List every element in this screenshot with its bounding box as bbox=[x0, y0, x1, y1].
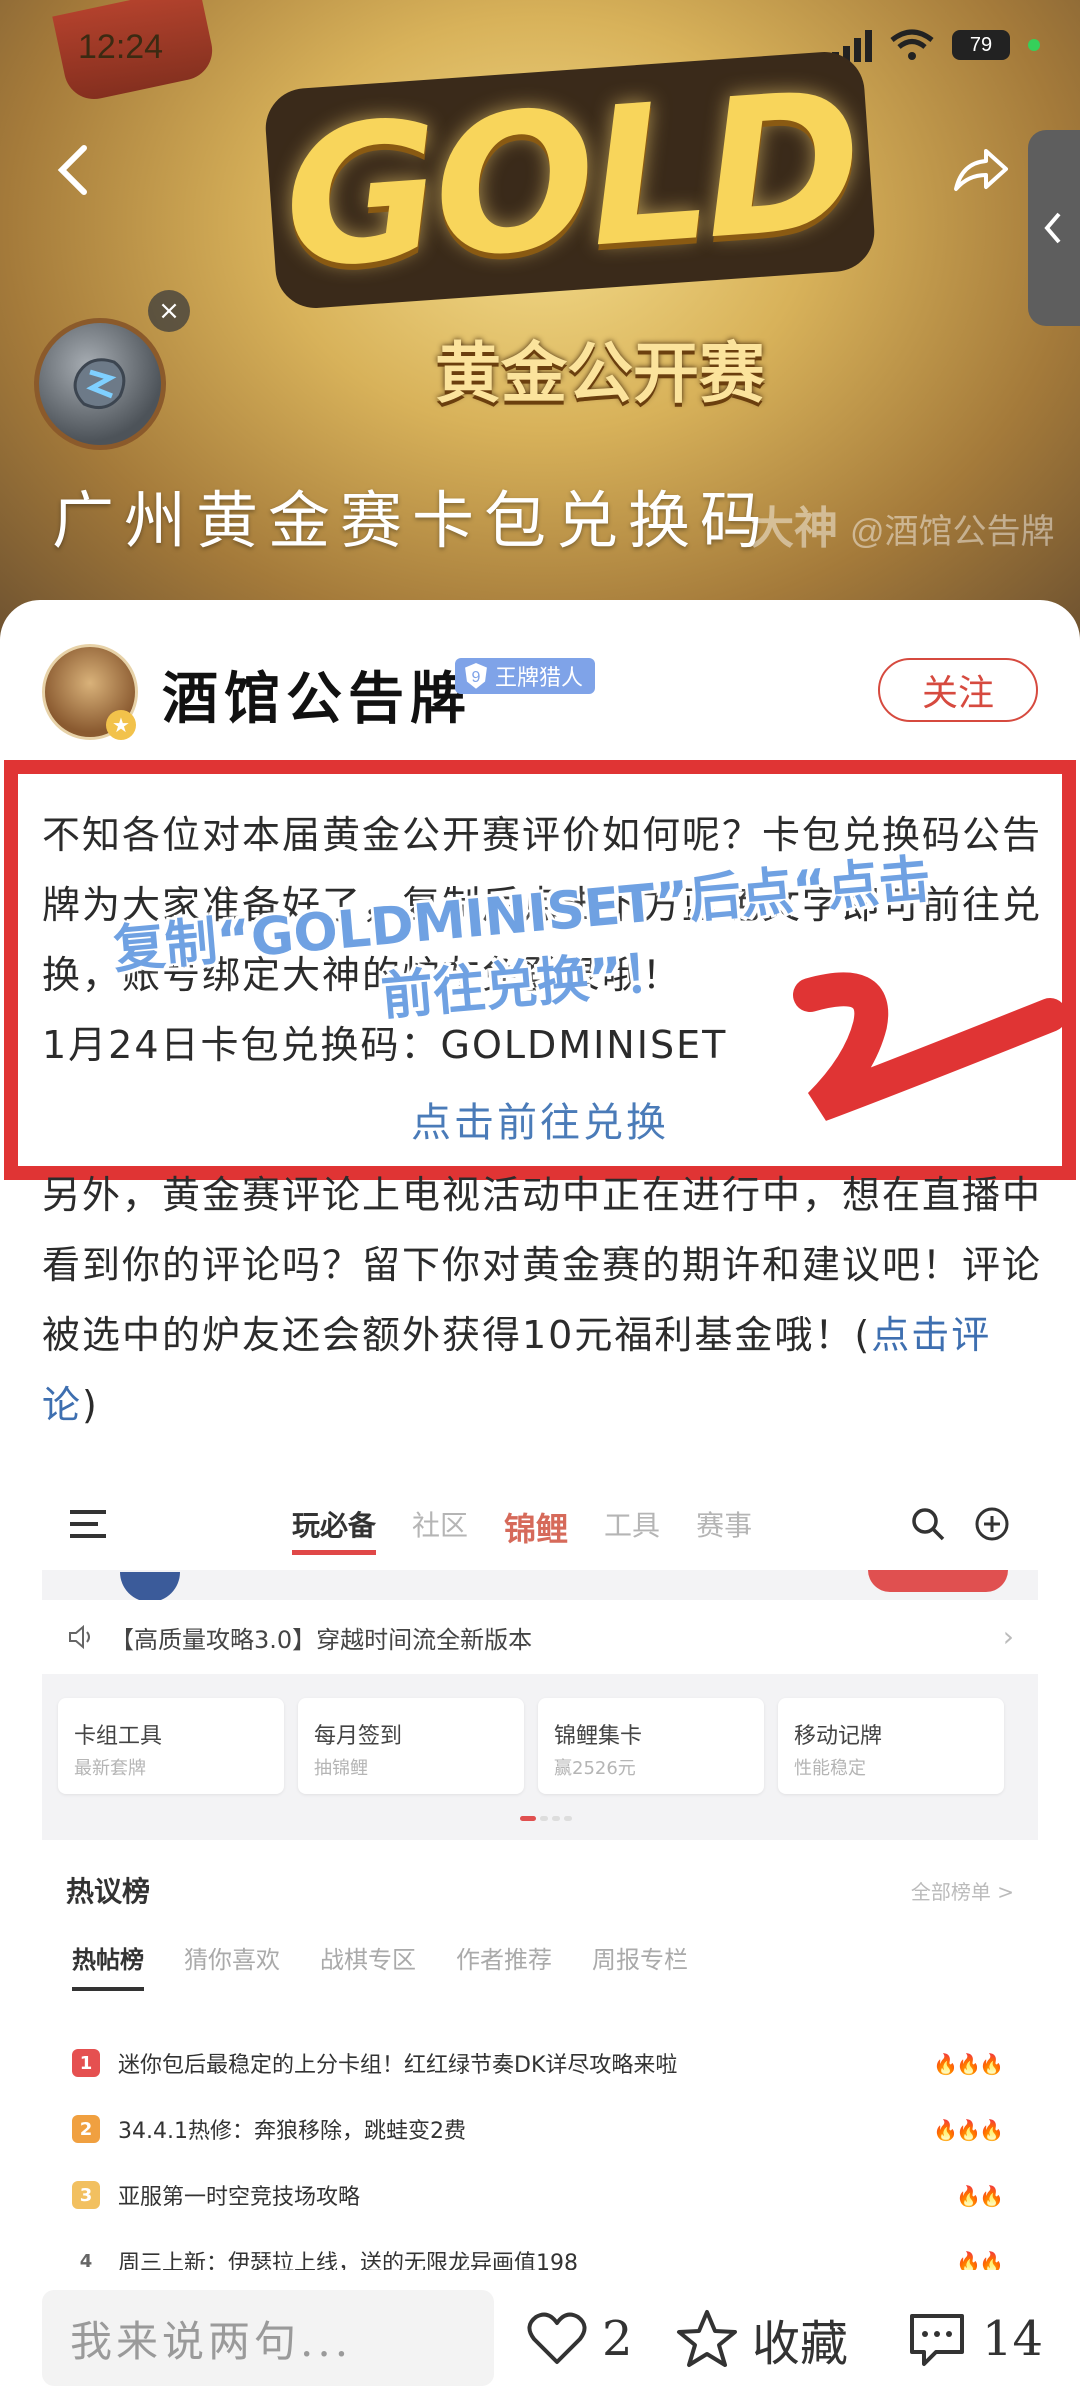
bottom-action-bar: 我来说两句... 2 收藏 14 bbox=[0, 2270, 1080, 2400]
hot-tabs: 热帖榜 猜你喜欢 战棋专区 作者推荐 周报专栏 bbox=[72, 1940, 688, 1991]
post-paragraph-2: 另外，黄金赛评论上电视活动中正在进行中，想在直播中看到你的评论吗？留下你对黄金赛… bbox=[42, 1160, 1042, 1440]
status-icons: 79 bbox=[832, 28, 1040, 62]
badge-level: 9 bbox=[472, 669, 481, 686]
chevron-right-icon: › bbox=[1002, 1620, 1014, 1653]
hot-list: 1 迷你包后最稳定的上分卡组！红红绿节奏DK详尽攻略来啦 🔥🔥🔥 2 34.4.… bbox=[72, 2030, 1004, 2271]
back-arrow-icon[interactable] bbox=[48, 140, 98, 200]
side-drawer-tab[interactable] bbox=[1028, 130, 1080, 326]
list-item: 2 34.4.1热修：奔狼移除，跳蛙变2费 🔥🔥🔥 bbox=[72, 2096, 1004, 2162]
speaker-icon bbox=[69, 1624, 90, 1650]
hero-banner: 12:24 79 GOLD 黄金公开赛 × 广州黄金赛卡包兑换码 大神 @酒馆公告… bbox=[0, 0, 1080, 640]
menu-icon bbox=[70, 1510, 106, 1538]
heart-icon bbox=[527, 2312, 587, 2364]
status-time: 12:24 bbox=[78, 28, 164, 66]
comment-icon bbox=[910, 2314, 964, 2366]
favorite-button[interactable]: 收藏 bbox=[676, 2304, 848, 2374]
list-item: 4 周三上新：伊瑟拉上线，送的无限龙异画值198 🔥🔥 bbox=[72, 2228, 1004, 2271]
hot-tab: 战棋专区 bbox=[320, 1946, 416, 1974]
shield-badge-icon: 9 bbox=[462, 660, 490, 692]
list-item-text: 亚服第一时空竞技场攻略 bbox=[118, 2185, 361, 2210]
article-title: 广州黄金赛卡包兑换码 bbox=[52, 484, 773, 557]
carousel-dots bbox=[520, 1816, 572, 1821]
rank-badge: 3 bbox=[72, 2181, 100, 2209]
fire-icon: 🔥🔥 bbox=[956, 2184, 1004, 2208]
list-item-text: 周三上新：伊瑟拉上线，送的无限龙异画值198 bbox=[118, 2251, 578, 2270]
embed-quick-card: 移动记牌 性能稳定 bbox=[778, 1698, 1004, 1794]
embed-tab: 工具 bbox=[604, 1509, 661, 1542]
battery-indicator: 79 bbox=[952, 30, 1010, 60]
hot-tab: 作者推荐 bbox=[456, 1946, 552, 1974]
like-count: 2 bbox=[602, 2311, 633, 2367]
comment-button[interactable]: 14 bbox=[906, 2304, 1043, 2374]
embed-tab: 赛事 bbox=[696, 1509, 753, 1542]
watermark-handle: @酒馆公告牌 bbox=[850, 513, 1055, 551]
hot-tab: 周报专栏 bbox=[592, 1946, 688, 1974]
list-item: 1 迷你包后最稳定的上分卡组！红红绿节奏DK详尽攻略来啦 🔥🔥🔥 bbox=[72, 2030, 1004, 2096]
list-item-text: 34.4.1热修：奔狼移除，跳蛙变2费 bbox=[118, 2119, 466, 2144]
comment-input[interactable]: 我来说两句... bbox=[42, 2290, 494, 2386]
quick-card-title: 锦鲤集卡 bbox=[554, 1724, 643, 1749]
fire-icon: 🔥🔥🔥 bbox=[933, 2118, 1004, 2142]
rune-widget-icon[interactable] bbox=[34, 318, 166, 450]
rune-stone-icon bbox=[73, 358, 126, 410]
hot-title: 热议榜 bbox=[66, 1875, 151, 1908]
embed-quick-card: 锦鲤集卡 赢2526元 bbox=[538, 1698, 764, 1794]
wifi-icon bbox=[890, 29, 934, 60]
quick-card-title: 移动记牌 bbox=[794, 1724, 883, 1749]
badge-text: 王牌猎人 bbox=[495, 666, 584, 691]
author-badge: 9 王牌猎人 bbox=[455, 658, 596, 694]
plus-icon bbox=[975, 1507, 1009, 1541]
hot-tab: 热帖榜 bbox=[72, 1940, 144, 1991]
fire-icon: 🔥🔥🔥 bbox=[933, 2052, 1004, 2076]
quick-card-sub: 抽锦鲤 bbox=[314, 1758, 368, 1779]
watermark: 大神 @酒馆公告牌 bbox=[750, 492, 1055, 556]
embed-tab: 锦鲤 bbox=[504, 1510, 569, 1548]
list-item: 3 亚服第一时空竞技场攻略 🔥🔥 bbox=[72, 2162, 1004, 2228]
share-icon[interactable] bbox=[950, 145, 1010, 195]
embed-hot-panel: 热议榜 全部榜单 > 热帖榜 猜你喜欢 战棋专区 作者推荐 周报专栏 1 迷你包… bbox=[42, 1840, 1038, 2270]
fire-icon: 🔥🔥 bbox=[956, 2250, 1004, 2270]
search-icon bbox=[912, 1508, 945, 1541]
post-card: ★ 酒馆公告牌 9 王牌猎人 关注 不知各位对本届黄金公开赛评价如何呢？卡包兑换… bbox=[0, 600, 1080, 2270]
paren-close: ) bbox=[82, 1383, 99, 1427]
star-outline-icon bbox=[677, 2310, 737, 2367]
embed-notice-text: 【高质量攻略3.0】穿越时间流全新版本 bbox=[110, 1625, 533, 1654]
arrow-swoosh-icon bbox=[793, 972, 1067, 1121]
embed-notice-bar: 【高质量攻略3.0】穿越时间流全新版本 › bbox=[42, 1600, 1038, 1674]
embedded-screenshot: 玩必备 社区 锦鲤 工具 赛事 【高质量攻略3.0】穿越时间流全新版本 › 卡组… bbox=[42, 1480, 1038, 2270]
rank-badge: 1 bbox=[72, 2049, 100, 2077]
follow-button[interactable]: 关注 bbox=[878, 658, 1038, 722]
embed-avatar-fragment bbox=[120, 1572, 180, 1602]
hot-tab: 猜你喜欢 bbox=[184, 1946, 280, 1974]
quick-card-sub: 性能稳定 bbox=[794, 1758, 866, 1779]
watermark-brand: 大神 bbox=[750, 504, 838, 553]
list-item-text: 迷你包后最稳定的上分卡组！红红绿节奏DK详尽攻略来啦 bbox=[118, 2053, 678, 2078]
favorite-label: 收藏 bbox=[752, 2316, 849, 2372]
embed-quick-card: 卡组工具 最新套牌 bbox=[58, 1698, 284, 1794]
rank-badge: 2 bbox=[72, 2115, 100, 2143]
privacy-dot bbox=[1028, 39, 1040, 51]
quick-card-sub: 最新套牌 bbox=[74, 1758, 146, 1779]
embed-quick-cards: 卡组工具 最新套牌 每月签到 抽锦鲤 锦鲤集卡 赢2526元 移动记牌 性能稳定 bbox=[58, 1698, 1038, 1794]
gold-logo: GOLD bbox=[263, 49, 877, 311]
rank-badge: 4 bbox=[79, 2250, 93, 2271]
embed-tab: 玩必备 bbox=[292, 1504, 377, 1555]
comment-count: 14 bbox=[982, 2311, 1044, 2367]
embed-tabs: 玩必备 社区 锦鲤 工具 赛事 bbox=[292, 1504, 752, 1555]
quick-card-sub: 赢2526元 bbox=[554, 1758, 636, 1779]
quick-card-title: 卡组工具 bbox=[74, 1724, 163, 1749]
close-icon[interactable]: × bbox=[148, 290, 190, 332]
hot-all-link: 全部榜单 > bbox=[910, 1880, 1014, 1904]
star-icon: ★ bbox=[106, 710, 136, 740]
like-button[interactable]: 2 bbox=[526, 2304, 633, 2374]
chevron-left-icon bbox=[1044, 212, 1061, 244]
event-subtitle: 黄金公开赛 bbox=[435, 335, 765, 412]
embed-button-fragment bbox=[868, 1570, 1008, 1592]
author-name[interactable]: 酒馆公告牌 bbox=[162, 654, 472, 735]
embed-quick-card: 每月签到 抽锦鲤 bbox=[298, 1698, 524, 1794]
embed-header: 玩必备 社区 锦鲤 工具 赛事 bbox=[42, 1480, 1038, 1570]
embed-tab: 社区 bbox=[412, 1509, 469, 1542]
quick-card-title: 每月签到 bbox=[314, 1724, 403, 1749]
